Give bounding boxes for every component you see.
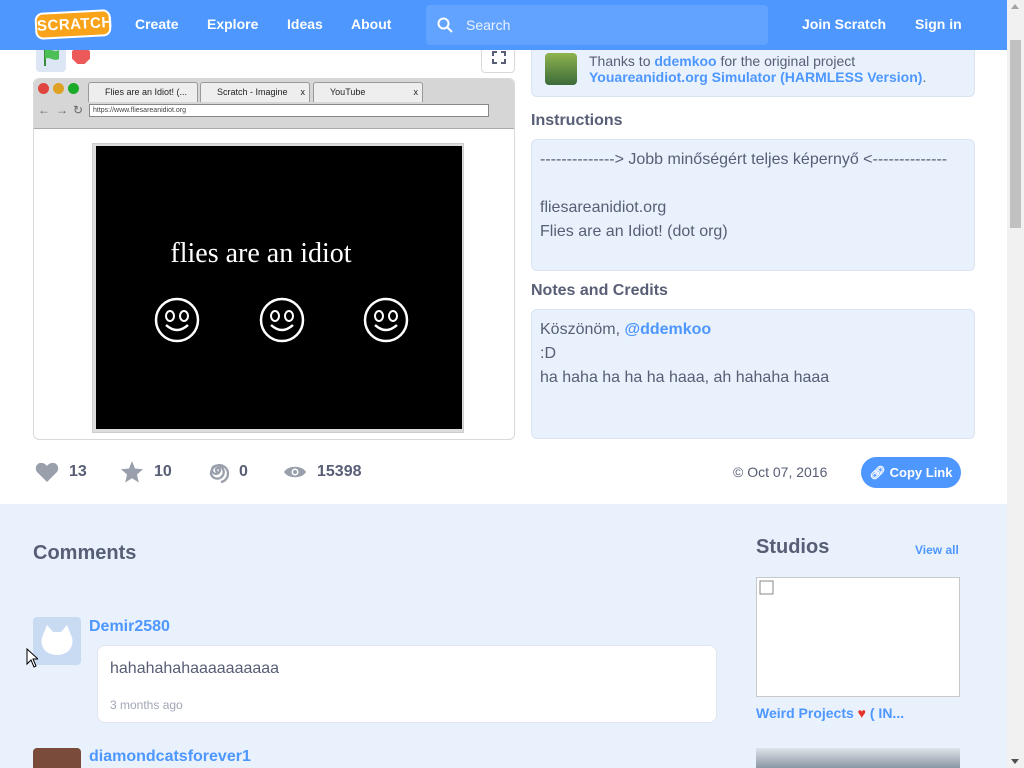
notes-line: :D: [540, 345, 556, 362]
red-dot-icon: [38, 83, 49, 94]
nav-create[interactable]: Create: [135, 0, 179, 50]
notes-line: ha haha ha ha ha haaa, ah hahaha haaa: [540, 369, 830, 386]
copy-link-button[interactable]: 🔗︎ Copy Link: [861, 457, 961, 488]
remix-count-stat: 0: [207, 458, 248, 486]
notes-text: Köszönöm, @ddemkoo :D ha haha ha ha ha h…: [540, 318, 829, 390]
project-stage[interactable]: Flies are an Idiot! (... Scratch - Imagi…: [33, 78, 515, 440]
broken-image-icon: [759, 580, 774, 595]
green-dot-icon: [68, 83, 79, 94]
studio-name-link[interactable]: Weird Projects ♥ ( IN...: [756, 705, 904, 721]
comment-username[interactable]: Demir2580: [89, 618, 170, 636]
comments-title: Comments: [33, 542, 137, 564]
stage-browser-chrome: Flies are an Idiot! (... Scratch - Imagi…: [34, 79, 514, 129]
original-project-thumbnail[interactable]: [545, 53, 577, 85]
scratch-logo[interactable]: SCRATCH: [34, 9, 113, 40]
page-scrollbar[interactable]: [1007, 0, 1024, 768]
copyright-icon: ©: [733, 464, 748, 480]
instructions-line: fliesareanidiot.org: [540, 199, 667, 216]
views-count: 15398: [317, 463, 362, 480]
star-icon: [121, 461, 143, 483]
favorite-count: 10: [154, 463, 172, 480]
love-button[interactable]: 13: [35, 458, 87, 486]
avatar[interactable]: [33, 748, 81, 768]
studio-thumbnail[interactable]: [756, 577, 960, 697]
red-heart-icon: ♥: [857, 705, 866, 721]
nav-about[interactable]: About: [351, 0, 391, 50]
stage-tab-2: Scratch - Imagine x: [200, 82, 310, 102]
reload-icon: ↻: [73, 103, 84, 117]
view-all-studios-link[interactable]: View all: [915, 543, 959, 557]
stage-tab-1: Flies are an Idiot! (...: [88, 82, 198, 102]
yellow-dot-icon: [53, 83, 64, 94]
studio-thumbnail[interactable]: [756, 748, 960, 768]
eye-icon: [284, 466, 306, 478]
sign-in-link[interactable]: Sign in: [915, 0, 962, 50]
remix-credit-text: Thanks to ddemkoo for the original proje…: [589, 53, 927, 85]
mouse-cursor-icon: [26, 648, 38, 668]
stage-address-bar: https://www.fliesareanidiot.org: [89, 104, 489, 117]
comment-time: 3 months ago: [110, 698, 183, 712]
instructions-line: Flies are an Idiot! (dot org): [540, 223, 728, 240]
mention-link[interactable]: @ddemkoo: [624, 321, 711, 338]
comment-text: hahahahahaaaaaaaaaa: [110, 660, 280, 677]
avatar[interactable]: [33, 617, 81, 665]
forward-arrow-icon: →: [56, 103, 68, 117]
default-cat-avatar-icon: [41, 625, 73, 655]
link-icon: 🔗︎: [869, 465, 890, 480]
nav-explore[interactable]: Explore: [207, 0, 258, 50]
smiley-icon: [154, 297, 200, 343]
join-scratch-link[interactable]: Join Scratch: [802, 0, 886, 50]
heart-icon: [35, 462, 59, 482]
comment-bubble: hahahahahaaaaaaaaaa 3 months ago: [97, 645, 717, 723]
instructions-title: Instructions: [531, 112, 623, 129]
remix-count: 0: [239, 463, 248, 480]
notes-box: Köszönöm, @ddemkoo :D ha haha ha ha ha h…: [531, 309, 975, 439]
instructions-box: --------------> Jobb minőségért teljes k…: [531, 139, 975, 271]
love-count: 13: [69, 463, 87, 480]
original-project-link[interactable]: Youareanidiot.org Simulator (HARMLESS Ve…: [589, 69, 922, 85]
instructions-line: --------------> Jobb minőségért teljes k…: [540, 151, 948, 168]
notes-title: Notes and Credits: [531, 282, 668, 299]
favorite-button[interactable]: 10: [120, 458, 172, 486]
instructions-line: [540, 172, 947, 196]
idiot-screen: flies are an idiot: [96, 146, 462, 429]
nav-ideas[interactable]: Ideas: [287, 0, 323, 50]
shared-date: © Oct 07, 2016: [733, 464, 828, 480]
search-input[interactable]: [466, 5, 756, 45]
scrollbar-thumb[interactable]: [1010, 40, 1021, 228]
instructions-text: --------------> Jobb minőségért teljes k…: [540, 148, 947, 244]
top-nav: SCRATCH Create Explore Ideas About Join …: [0, 0, 1007, 50]
idiot-title: flies are an idiot: [170, 238, 352, 269]
search-icon: [437, 17, 453, 33]
notes-line: Köszönöm, @ddemkoo: [540, 321, 712, 338]
comment-username[interactable]: diamondcatsforever1: [89, 748, 251, 766]
views-stat: 15398: [283, 458, 362, 486]
credit-user-link[interactable]: ddemkoo: [654, 53, 716, 69]
back-arrow-icon: ←: [38, 103, 50, 117]
remix-spiral-icon: [209, 463, 229, 484]
smiley-icon: [259, 297, 305, 343]
scroll-up-arrow-icon[interactable]: [1011, 4, 1019, 9]
search-box: [426, 5, 768, 45]
smiley-icon: [363, 297, 409, 343]
stage-tab-3: YouTube x: [313, 82, 423, 102]
scroll-down-arrow-icon[interactable]: [1011, 759, 1019, 764]
studios-title: Studios: [756, 536, 830, 558]
